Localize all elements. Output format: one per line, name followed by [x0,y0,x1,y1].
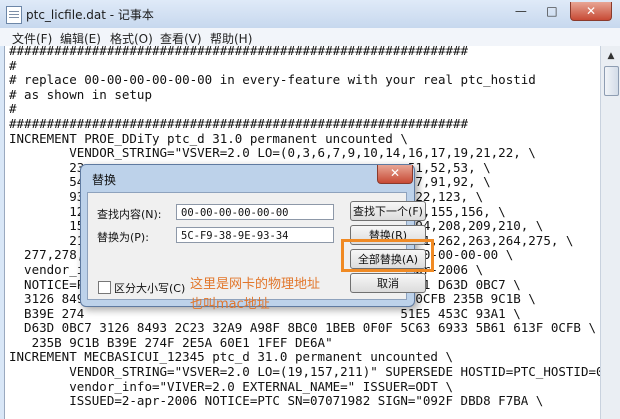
vertical-scrollbar[interactable]: ▲ [600,46,620,419]
menu-format[interactable]: 格式(O) [110,30,153,47]
dialog-close-button[interactable]: ✕ [377,165,413,184]
replace-all-highlight [341,239,434,272]
menu-view[interactable]: 查看(V) [160,30,202,47]
cancel-button[interactable]: 取消 [350,273,426,293]
dialog-title: 替换 [92,173,117,187]
find-input[interactable]: 00-00-00-00-00-00 [176,204,334,220]
replace-input[interactable]: 5C-F9-38-9E-93-34 [176,227,334,243]
menu-edit[interactable]: 编辑(E) [60,30,101,47]
menu-bar: 文件(F) 编辑(E) 格式(O) 查看(V) 帮助(H) [0,28,620,46]
menu-help[interactable]: 帮助(H) [210,30,252,47]
close-button[interactable]: ✕ [570,2,612,21]
find-next-button[interactable]: 查找下一个(F) [350,201,426,221]
minimize-button[interactable]: — [508,2,534,20]
scroll-up-icon[interactable]: ▲ [604,49,618,63]
menu-file[interactable]: 文件(F) [12,30,52,47]
scroll-thumb[interactable] [604,66,619,96]
title-bar: ptc_licfile.dat - 记事本 — □ ✕ [0,0,620,28]
maximize-button[interactable]: □ [539,2,565,20]
match-case-checkbox[interactable] [98,281,111,294]
match-case-label[interactable]: 区分大小写(C) [114,280,185,296]
find-label: 查找内容(N): [97,208,162,221]
annotation-text: 这里是网卡的物理地址也叫mac地址 [190,277,321,312]
replace-label: 替换为(P): [97,231,149,244]
caption-buttons: — □ ✕ [508,0,612,21]
notepad-icon [6,6,22,24]
window-title: ptc_licfile.dat - 记事本 [26,8,154,22]
